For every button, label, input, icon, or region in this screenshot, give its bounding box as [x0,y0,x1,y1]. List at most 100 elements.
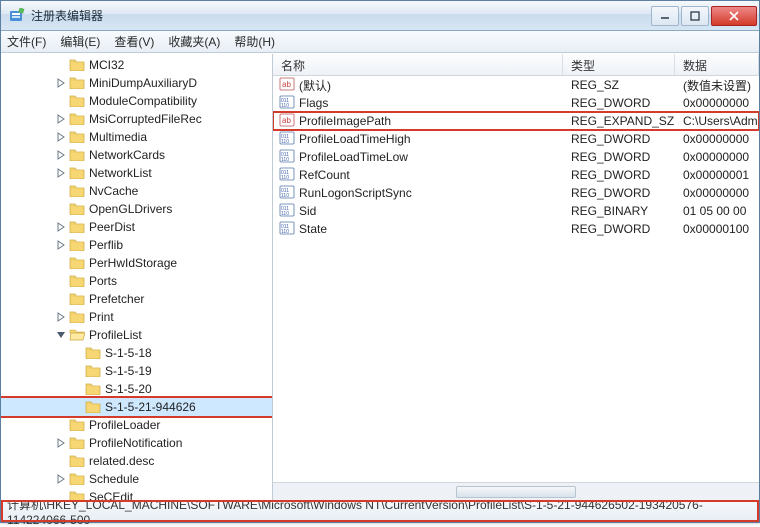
tree-item[interactable]: Schedule [1,470,272,488]
tree-item[interactable]: Print [1,308,272,326]
close-button[interactable] [711,6,757,26]
tree-item[interactable]: PeerDist [1,218,272,236]
menu-file[interactable]: 文件(F) [7,33,46,50]
minimize-button[interactable] [651,6,679,26]
value-type: REG_DWORD [563,96,675,110]
folder-icon [69,237,89,254]
folder-icon [85,345,105,362]
list-row[interactable]: ProfileLoadTimeLowREG_DWORD0x00000000 [273,148,759,166]
tree-item[interactable]: related.desc [1,452,272,470]
tree-item-label: ProfileList [89,328,142,342]
list-row[interactable]: StateREG_DWORD0x00000100 [273,220,759,238]
menubar: 文件(F) 编辑(E) 查看(V) 收藏夹(A) 帮助(H) [1,31,759,53]
twisty-closed-icon[interactable] [55,77,67,89]
window-title: 注册表编辑器 [31,7,649,24]
menu-view[interactable]: 查看(V) [114,33,154,50]
value-type: REG_BINARY [563,204,675,218]
list-row[interactable]: ProfileLoadTimeHigh REG_DWORD0x00000000 [273,130,759,148]
list-row[interactable]: RefCountREG_DWORD0x00000001 [273,166,759,184]
tree-item[interactable]: S-1-5-19 [1,362,272,380]
tree-item-label: Multimedia [89,130,147,144]
maximize-button[interactable] [681,6,709,26]
tree-item[interactable]: SeCEdit [1,488,272,500]
value-type: REG_DWORD [563,222,675,236]
menu-favorites[interactable]: 收藏夹(A) [168,33,220,50]
tree-item[interactable]: MsiCorruptedFileRec [1,110,272,128]
binary-value-icon [279,203,295,220]
list-row[interactable]: Flags REG_DWORD0x00000000 [273,94,759,112]
value-name: Flags [299,96,328,110]
folder-icon [69,453,89,470]
folder-icon [69,57,89,74]
tree-item-label: ModuleCompatibility [89,94,197,108]
folder-icon [69,435,89,452]
tree-item[interactable]: S-1-5-18 [1,344,272,362]
twisty-closed-icon[interactable] [55,473,67,485]
tree-item[interactable]: Prefetcher [1,290,272,308]
tree-item[interactable]: ModuleCompatibility [1,92,272,110]
list-header[interactable]: 名称 类型 数据 [273,54,759,76]
twisty-open-icon[interactable] [55,329,67,341]
value-data: 0x00000000 [675,96,759,110]
tree-item[interactable]: MCI32 [1,56,272,74]
folder-icon [85,399,105,416]
tree-item[interactable]: ProfileList [1,326,272,344]
value-name: ProfileLoadTimeLow [299,150,408,164]
twisty-closed-icon[interactable] [55,311,67,323]
value-data: 0x00000000 [675,132,759,146]
list-pane[interactable]: 名称 类型 数据 (默认)REG_SZ(数值未设置) Flags REG_DWORD… [273,54,759,500]
tree-item[interactable]: S-1-5-21-944626 [1,398,272,416]
twisty-closed-icon[interactable] [55,113,67,125]
list-row[interactable]: (默认)REG_SZ(数值未设置) [273,76,759,94]
col-header-data[interactable]: 数据 [675,54,759,75]
list-row[interactable]: SidREG_BINARY01 05 00 00 [273,202,759,220]
tree-item[interactable]: NetworkCards [1,146,272,164]
col-header-type[interactable]: 类型 [563,54,675,75]
tree-item[interactable]: ProfileLoader [1,416,272,434]
tree-item-label: MCI32 [89,58,124,72]
tree-item[interactable]: Perflib [1,236,272,254]
tree-item[interactable]: S-1-5-20 [1,380,272,398]
tree-item[interactable]: Multimedia [1,128,272,146]
list-row[interactable]: ProfileImagePathREG_EXPAND_SZC:\Users\Ad… [273,112,759,130]
folder-icon [69,183,89,200]
folder-icon [69,165,89,182]
tree-item[interactable]: MiniDumpAuxiliaryD [1,74,272,92]
binary-value-icon [279,131,295,148]
app-icon [9,8,25,24]
twisty-none [55,59,67,71]
tree-item[interactable]: ProfileNotification [1,434,272,452]
twisty-closed-icon[interactable] [55,239,67,251]
twisty-closed-icon[interactable] [55,221,67,233]
tree-item[interactable]: PerHwIdStorage [1,254,272,272]
twisty-closed-icon[interactable] [55,149,67,161]
tree-item[interactable]: NvCache [1,182,272,200]
tree-item-label: OpenGLDrivers [89,202,172,216]
list-row[interactable]: RunLogonScriptSyncREG_DWORD0x00000000 [273,184,759,202]
value-data: 0x00000001 [675,168,759,182]
string-value-icon [279,77,295,94]
menu-help[interactable]: 帮助(H) [234,33,275,50]
tree-item[interactable]: Ports [1,272,272,290]
tree-item-label: S-1-5-21-944626 [105,400,196,414]
value-type: REG_DWORD [563,132,675,146]
binary-value-icon [279,221,295,238]
value-type: REG_DWORD [563,150,675,164]
tree-item-label: Perflib [89,238,123,252]
col-header-name[interactable]: 名称 [273,54,563,75]
twisty-closed-icon[interactable] [55,167,67,179]
twisty-closed-icon[interactable] [55,437,67,449]
folder-icon [69,327,89,344]
tree-item-label: NetworkCards [89,148,165,162]
tree-item-label: Ports [89,274,117,288]
tree-item[interactable]: OpenGLDrivers [1,200,272,218]
twisty-none [55,455,67,467]
titlebar[interactable]: 注册表编辑器 [1,1,759,31]
tree-item[interactable]: NetworkList [1,164,272,182]
tree-pane[interactable]: MCI32 MiniDumpAuxiliaryD ModuleCompatibili… [1,54,273,500]
twisty-none [55,491,67,500]
menu-edit[interactable]: 编辑(E) [60,33,100,50]
value-name: ProfileLoadTimeHigh [299,132,411,146]
value-name: Sid [299,204,316,218]
twisty-closed-icon[interactable] [55,131,67,143]
